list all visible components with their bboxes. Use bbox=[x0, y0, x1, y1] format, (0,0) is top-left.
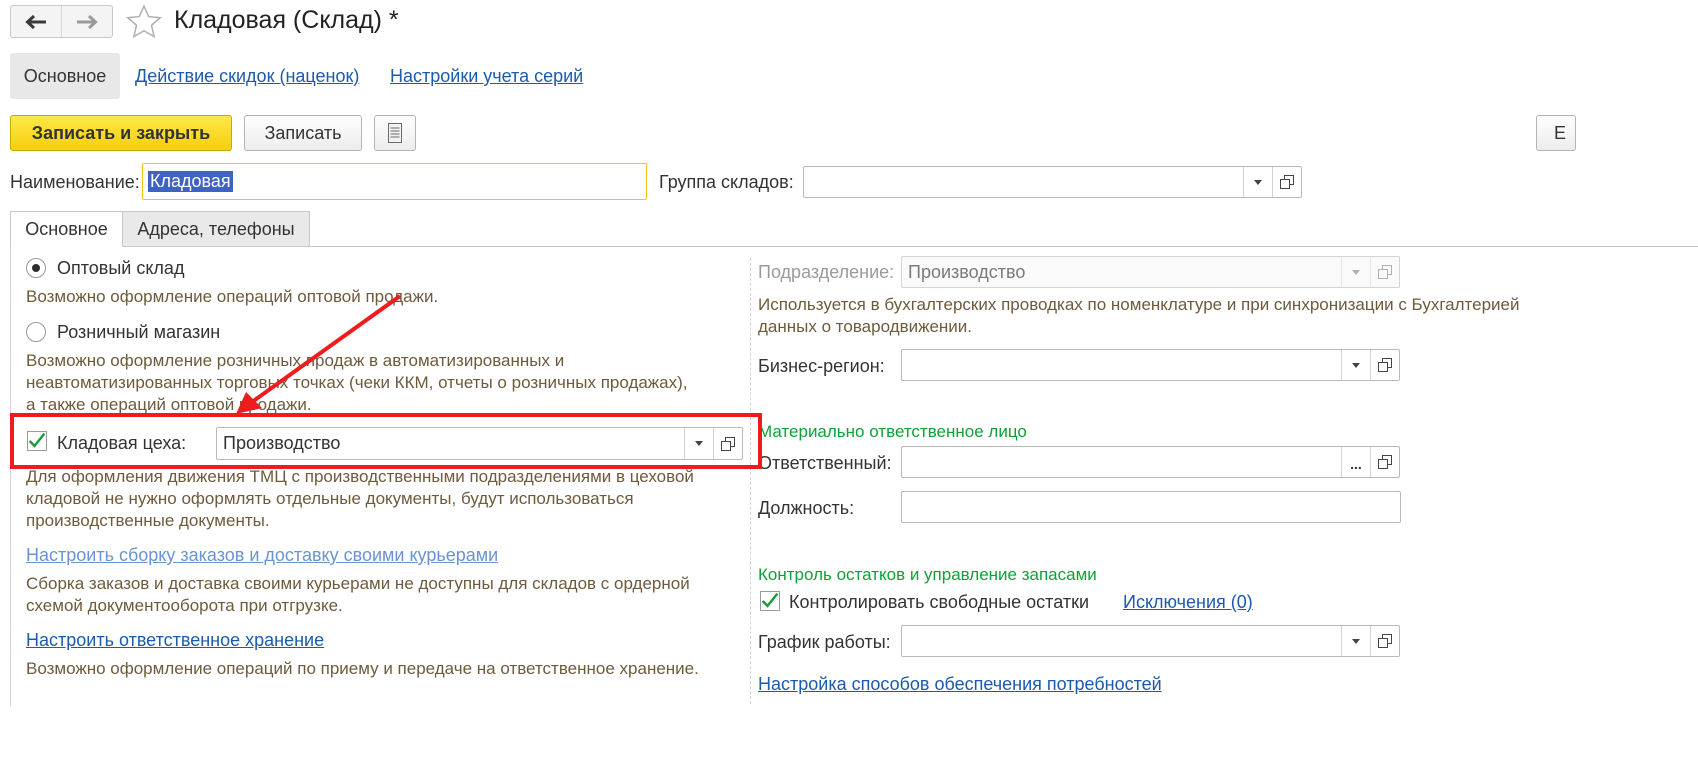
extra-button[interactable]: Е bbox=[1536, 115, 1576, 151]
name-label: Наименование: bbox=[10, 172, 140, 192]
star-icon bbox=[125, 4, 163, 39]
stock-section-title: Контроль остатков и управление запасами bbox=[758, 565, 1097, 584]
more-actions-button[interactable] bbox=[374, 115, 416, 151]
retail-radio[interactable] bbox=[26, 322, 46, 342]
name-field[interactable]: Кладовая bbox=[142, 163, 647, 200]
save-button[interactable]: Записать bbox=[244, 115, 362, 151]
business-region-field[interactable] bbox=[901, 349, 1400, 381]
warehouse-group-label: Группа складов: bbox=[659, 172, 794, 192]
highlight-box bbox=[10, 413, 762, 469]
window-title: Кладовая (Склад) * bbox=[174, 6, 399, 34]
wholesale-radio[interactable] bbox=[26, 258, 46, 278]
open-button[interactable] bbox=[1370, 447, 1399, 477]
custody-description: Возможно оформление операций по приему и… bbox=[26, 659, 699, 678]
ellipsis-icon: ... bbox=[1350, 456, 1362, 472]
select-button[interactable]: ... bbox=[1341, 447, 1370, 477]
retail-description-line-2: неавтоматизированных торговых точках (че… bbox=[26, 373, 688, 392]
custody-setup-link[interactable]: Настроить ответственное хранение bbox=[26, 630, 324, 651]
responsible-value bbox=[902, 447, 1341, 477]
open-button[interactable] bbox=[1370, 257, 1399, 287]
position-label: Должность: bbox=[758, 498, 855, 518]
workshop-description-line-1: Для оформления движения ТМЦ с производст… bbox=[26, 467, 694, 486]
control-free-stock-label: Контролировать свободные остатки bbox=[789, 592, 1090, 612]
name-value: Кладовая bbox=[148, 171, 233, 192]
open-window-icon bbox=[1378, 265, 1392, 279]
list-icon bbox=[388, 123, 402, 143]
checkmark-icon bbox=[761, 592, 779, 608]
section-main[interactable]: Основное bbox=[10, 53, 120, 99]
department-label: Подразделение: bbox=[758, 262, 895, 282]
warehouse-group-value bbox=[804, 167, 1243, 197]
open-button[interactable] bbox=[1370, 626, 1399, 656]
chevron-down-icon bbox=[1254, 179, 1262, 185]
responsible-field[interactable]: ... bbox=[901, 446, 1400, 478]
open-window-icon bbox=[1378, 455, 1392, 469]
delivery-setup-link[interactable]: Настроить сборку заказов и доставку свои… bbox=[26, 545, 498, 566]
open-window-icon bbox=[1280, 175, 1294, 189]
chevron-down-icon bbox=[1352, 269, 1360, 275]
schedule-label: График работы: bbox=[758, 632, 891, 652]
workshop-description-line-2: кладовой не нужно оформлять отдельные до… bbox=[26, 489, 634, 508]
dropdown-button[interactable] bbox=[1341, 257, 1370, 287]
department-description-line-2: данных о товародвижении. bbox=[758, 317, 973, 336]
dropdown-button[interactable] bbox=[1341, 626, 1370, 656]
section-discounts-link[interactable]: Действие скидок (наценок) bbox=[135, 66, 359, 87]
tab-addresses[interactable]: Адреса, телефоны bbox=[122, 211, 310, 247]
exceptions-link[interactable]: Исключения (0) bbox=[1123, 592, 1253, 613]
business-region-value bbox=[902, 350, 1341, 380]
responsible-label: Ответственный: bbox=[758, 453, 892, 473]
retail-description-line-1: Возможно оформление розничных продаж в а… bbox=[26, 351, 565, 370]
arrow-left-icon bbox=[25, 14, 46, 29]
open-button[interactable] bbox=[1370, 350, 1399, 380]
chevron-down-icon bbox=[1352, 362, 1360, 368]
position-value bbox=[902, 492, 1400, 522]
warehouse-group-field[interactable] bbox=[803, 166, 1302, 198]
control-free-stock-checkbox[interactable] bbox=[760, 591, 780, 611]
arrow-right-icon bbox=[77, 14, 98, 29]
schedule-field[interactable] bbox=[901, 625, 1400, 657]
delivery-description-line-1: Сборка заказов и доставка своими курьера… bbox=[26, 574, 690, 593]
save-and-close-button[interactable]: Записать и закрыть bbox=[10, 115, 232, 151]
department-value: Производство bbox=[908, 261, 1026, 282]
favorite-star-button[interactable] bbox=[125, 4, 163, 45]
supply-methods-link[interactable]: Настройка способов обеспечения потребнос… bbox=[758, 674, 1162, 695]
dropdown-button[interactable] bbox=[1243, 167, 1272, 197]
responsible-section-title: Материально ответственное лицо bbox=[758, 422, 1027, 441]
chevron-down-icon bbox=[1352, 638, 1360, 644]
delivery-description-line-2: схемой документооборота при отгрузке. bbox=[26, 596, 343, 615]
business-region-label: Бизнес-регион: bbox=[758, 356, 885, 376]
open-window-icon bbox=[1378, 358, 1392, 372]
navigation-buttons bbox=[10, 5, 113, 38]
dropdown-button[interactable] bbox=[1341, 350, 1370, 380]
department-description-line-1: Используется в бухгалтерских проводках п… bbox=[758, 295, 1520, 314]
open-button[interactable] bbox=[1272, 167, 1301, 197]
tab-main[interactable]: Основное bbox=[10, 211, 123, 247]
workshop-description-line-3: производственные документы. bbox=[26, 511, 270, 530]
forward-button[interactable] bbox=[61, 6, 112, 37]
back-button[interactable] bbox=[11, 6, 61, 37]
retail-label: Розничный магазин bbox=[57, 322, 221, 342]
tab-page-border bbox=[10, 246, 11, 706]
department-field[interactable]: Производство bbox=[901, 256, 1400, 288]
wholesale-label: Оптовый склад bbox=[57, 258, 185, 278]
schedule-value bbox=[902, 626, 1341, 656]
column-separator bbox=[750, 258, 751, 704]
radio-selected-dot bbox=[32, 264, 40, 272]
section-series-link[interactable]: Настройки учета серий bbox=[390, 66, 583, 87]
wholesale-description: Возможно оформление операций оптовой про… bbox=[26, 287, 439, 306]
position-field[interactable] bbox=[901, 491, 1401, 523]
open-window-icon bbox=[1378, 634, 1392, 648]
